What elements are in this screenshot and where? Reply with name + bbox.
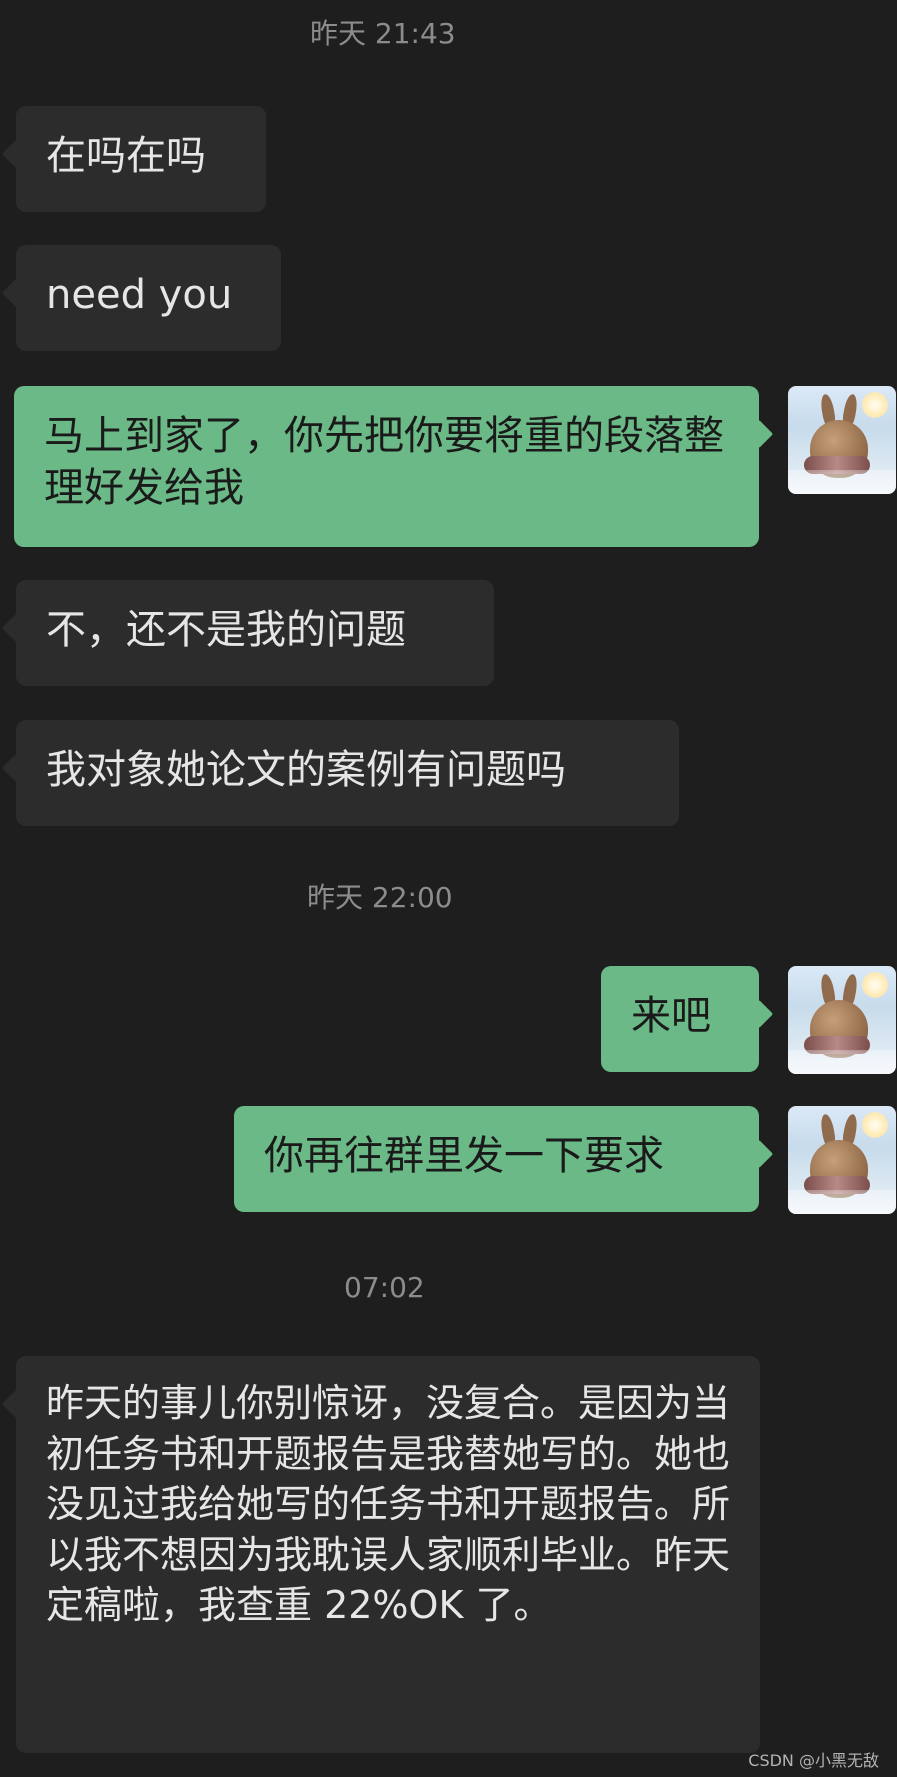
- snow-ground-icon: [788, 1050, 896, 1074]
- avatar[interactable]: [788, 1106, 896, 1214]
- avatar[interactable]: [788, 966, 896, 1074]
- incoming-message-bubble[interactable]: 不，还不是我的问题: [16, 580, 494, 686]
- sun-icon: [862, 1112, 888, 1138]
- snow-ground-icon: [788, 1190, 896, 1214]
- incoming-message-bubble[interactable]: need you: [16, 245, 281, 351]
- message-text: 在吗在吗: [46, 133, 206, 179]
- incoming-message-bubble[interactable]: 我对象她论文的案例有问题吗: [16, 720, 679, 826]
- message-text: 不，还不是我的问题: [46, 607, 406, 653]
- message-timestamp: 昨天 22:00: [307, 881, 453, 914]
- message-text: 你再往群里发一下要求: [264, 1133, 664, 1179]
- sun-icon: [862, 392, 888, 418]
- outgoing-message-bubble[interactable]: 马上到家了，你先把你要将重的段落整理好发给我: [14, 386, 759, 547]
- watermark: CSDN @小黑无敌: [748, 1751, 879, 1770]
- message-text: 我对象她论文的案例有问题吗: [46, 747, 566, 793]
- avatar[interactable]: [788, 386, 896, 494]
- message-text: need you: [46, 272, 233, 318]
- outgoing-message-bubble[interactable]: 你再往群里发一下要求: [234, 1106, 759, 1212]
- incoming-message-bubble[interactable]: 昨天的事儿你别惊讶，没复合。是因为当初任务书和开题报告是我替她写的。她也没见过我…: [16, 1356, 760, 1753]
- snow-ground-icon: [788, 470, 896, 494]
- message-text: 马上到家了，你先把你要将重的段落整理好发给我: [44, 413, 724, 511]
- outgoing-message-bubble[interactable]: 来吧: [601, 966, 759, 1072]
- message-text: 来吧: [631, 993, 711, 1039]
- message-timestamp: 昨天 21:43: [310, 17, 456, 50]
- sun-icon: [862, 972, 888, 998]
- message-text: 昨天的事儿你别惊讶，没复合。是因为当初任务书和开题报告是我替她写的。她也没见过我…: [46, 1381, 731, 1628]
- message-timestamp: 07:02: [344, 1271, 425, 1304]
- incoming-message-bubble[interactable]: 在吗在吗: [16, 106, 266, 212]
